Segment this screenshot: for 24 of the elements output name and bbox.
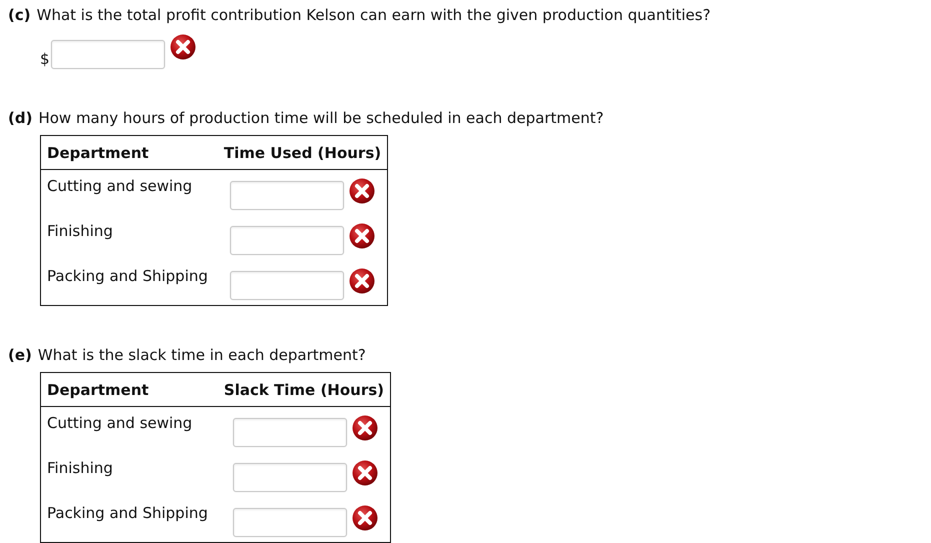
department-name: Cutting and sewing (46, 413, 194, 434)
question-label: (d) (8, 109, 32, 127)
department-name: Cutting and sewing (46, 176, 194, 197)
department-name: Finishing (46, 221, 114, 242)
question-text: How many hours of production time will be scheduled in each department? (38, 109, 604, 127)
answer-field[interactable] (230, 181, 344, 210)
currency-symbol: $ (40, 49, 50, 69)
answer-field[interactable] (233, 418, 348, 447)
department-name: Packing and Shipping (46, 266, 209, 287)
question-label: (c) (8, 6, 31, 24)
answer-field[interactable] (233, 463, 348, 492)
column-header: Time Used (Hours) (214, 136, 388, 170)
question-text: What is the total profit contribution Kelson can earn with the given production quantities? (36, 6, 711, 24)
answer-field[interactable] (230, 226, 344, 255)
column-header: Department (41, 373, 214, 407)
department-name: Finishing (46, 458, 114, 479)
column-header: Slack Time (Hours) (214, 373, 390, 407)
answer-field[interactable] (50, 40, 165, 69)
department-name: Packing and Shipping (46, 503, 209, 524)
column-header: Department (41, 136, 214, 170)
answer-field[interactable] (233, 508, 348, 537)
question-label: (e) (8, 346, 32, 364)
answer-field[interactable] (230, 271, 344, 300)
question-text: What is the slack time in each department? (38, 346, 366, 364)
